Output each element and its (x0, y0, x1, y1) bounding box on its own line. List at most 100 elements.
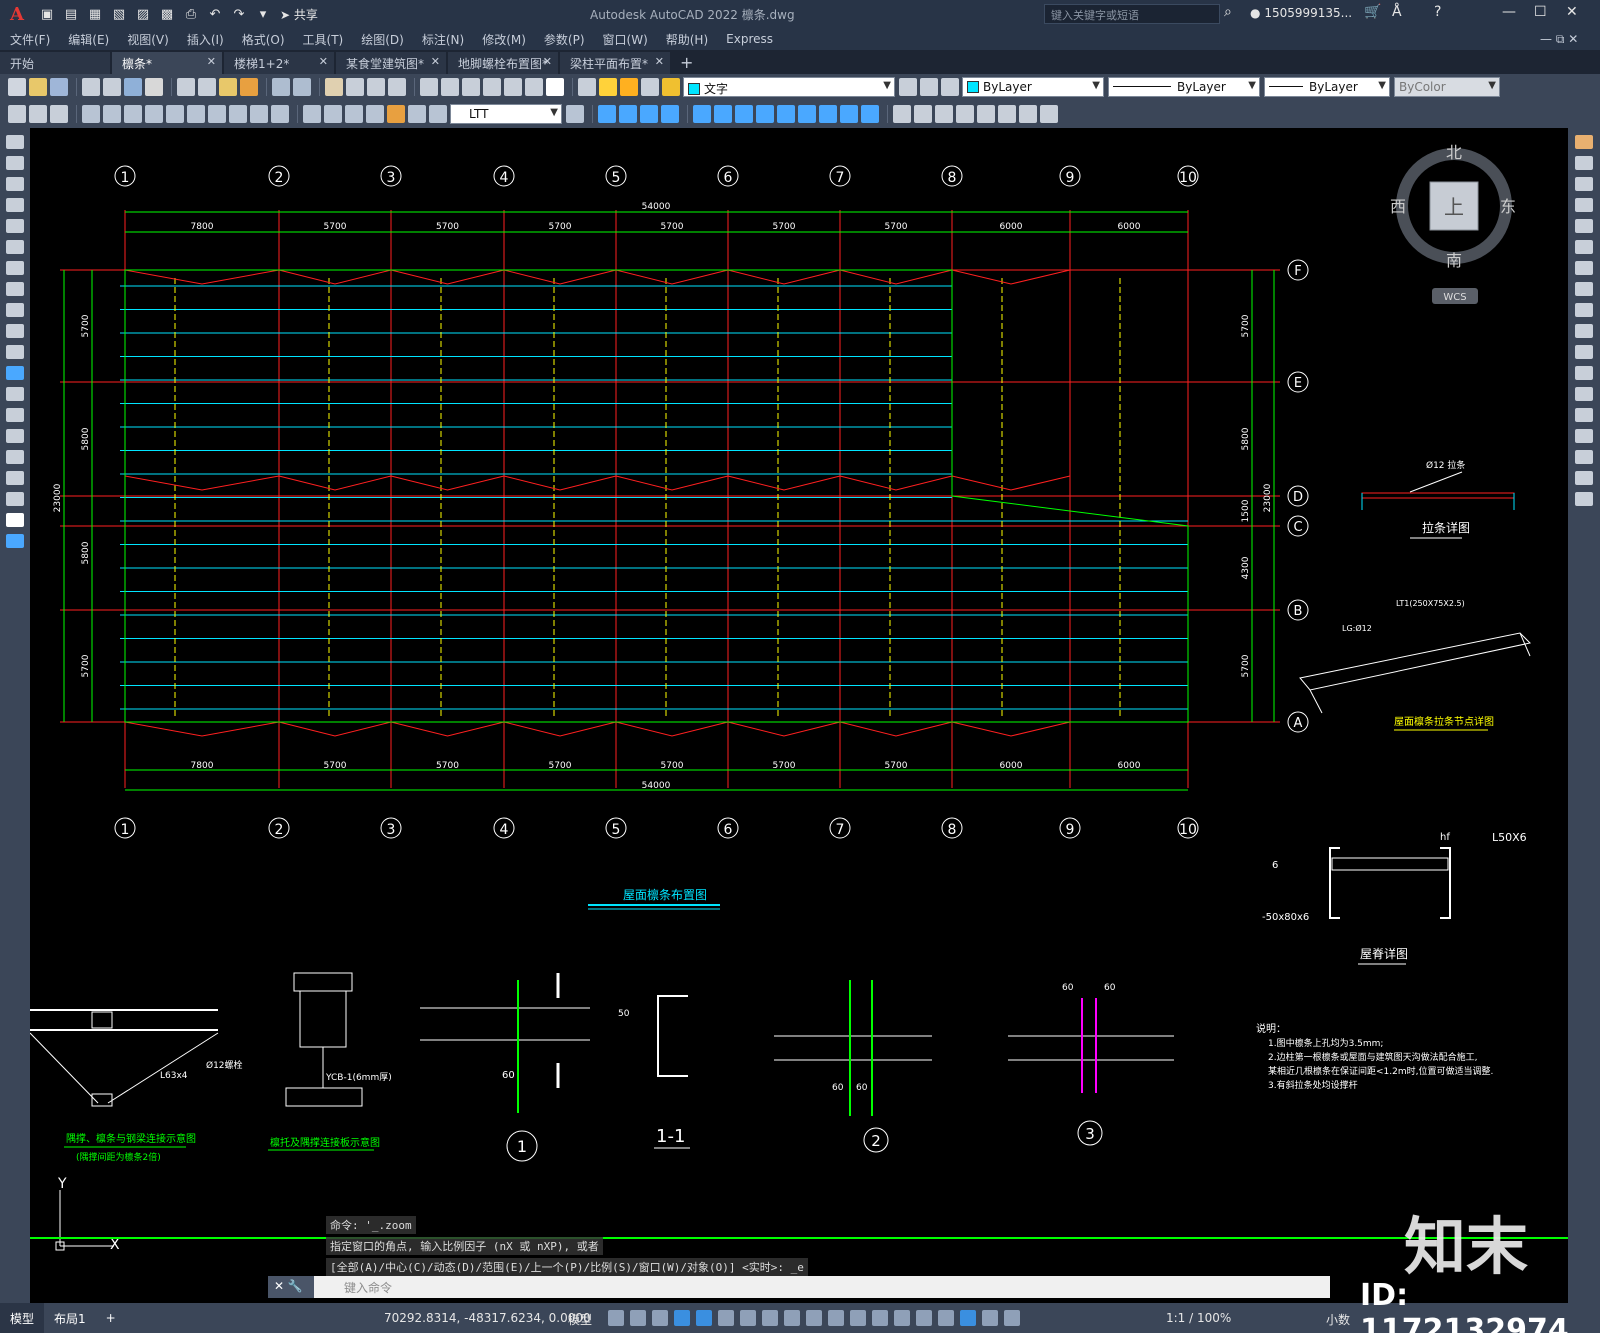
linear-dim-icon[interactable] (8, 105, 26, 123)
autodesk-a-icon[interactable]: Å (1392, 4, 1402, 20)
redo-icon[interactable] (293, 78, 311, 96)
infer-icon[interactable] (652, 1310, 668, 1326)
dim-update-icon[interactable] (429, 105, 447, 123)
bulb-icon[interactable] (599, 78, 617, 96)
help-icon[interactable]: ? (1434, 4, 1441, 20)
stretch-tool-icon[interactable] (1575, 303, 1593, 317)
layer-match-icon[interactable] (941, 78, 959, 96)
customize-icon[interactable]: ▾ (252, 3, 274, 25)
annotation-scale-icon[interactable] (982, 1310, 998, 1326)
explode-tool-icon[interactable] (1575, 492, 1593, 506)
gizmo-icon[interactable] (938, 1310, 954, 1326)
erase-icon[interactable] (1575, 135, 1593, 149)
units-label[interactable]: 小数 (1326, 1311, 1350, 1328)
qnew-icon[interactable] (8, 78, 26, 96)
close-tab-icon[interactable]: ✕ (319, 55, 328, 68)
quick-dim-icon[interactable] (187, 105, 205, 123)
inspect-icon[interactable] (345, 105, 363, 123)
viewcube-south-label[interactable]: 南 (1446, 251, 1462, 270)
doc-window-controls[interactable]: — ⧉ ✕ (1540, 32, 1578, 47)
baseline-icon[interactable] (208, 105, 226, 123)
snap-icon[interactable] (630, 1310, 646, 1326)
gradient-icon[interactable] (6, 450, 24, 464)
break-icon[interactable] (271, 105, 289, 123)
jogged-linear-icon[interactable] (366, 105, 384, 123)
sun-icon[interactable] (620, 78, 638, 96)
polyline-icon[interactable] (6, 177, 24, 191)
command-input[interactable]: 键入命令 (314, 1279, 392, 1296)
undo-icon[interactable] (272, 78, 290, 96)
fillet-icon[interactable] (819, 105, 837, 123)
fillet-tool-icon[interactable] (1575, 450, 1593, 464)
annotation-visibility-icon[interactable] (960, 1310, 976, 1326)
menu-edit[interactable]: 编辑(E) (68, 31, 109, 48)
ellipse-arc-icon[interactable] (6, 345, 24, 359)
construction-line-icon[interactable] (6, 156, 24, 170)
circle-icon[interactable] (6, 261, 24, 275)
table-icon[interactable] (6, 492, 24, 506)
layer-dropdown[interactable]: 文字 ▼ (683, 77, 895, 97)
chamfer-tool-icon[interactable] (1575, 429, 1593, 443)
zoom-previous-icon[interactable] (388, 78, 406, 96)
grid-icon[interactable] (608, 1310, 624, 1326)
mirror-icon[interactable] (693, 105, 711, 123)
close-tab-icon[interactable]: ✕ (431, 55, 440, 68)
box-icon[interactable] (893, 105, 911, 123)
tab-anchor-bolts[interactable]: 地脚螺栓布置图* ✕ (448, 52, 559, 74)
insert-block-icon[interactable] (6, 366, 24, 380)
lineweight-icon[interactable] (806, 1310, 822, 1326)
extend-tool-icon[interactable] (1575, 345, 1593, 359)
color-dropdown[interactable]: ByLayer ▼ (962, 77, 1104, 97)
menu-draw[interactable]: 绘图(D) (361, 31, 404, 48)
layer-previous-icon[interactable] (920, 78, 938, 96)
annotation-auto-scale-icon[interactable] (1004, 1310, 1020, 1326)
user-account[interactable]: ● 1505999135... (1250, 6, 1352, 20)
help-icon[interactable] (546, 78, 564, 96)
ortho-icon[interactable] (696, 1310, 712, 1326)
hatch-icon[interactable] (6, 429, 24, 443)
lock-icon[interactable] (662, 78, 680, 96)
trim-icon[interactable] (777, 105, 795, 123)
viewcube-east-label[interactable]: 东 (1500, 197, 1516, 216)
search-icon[interactable]: ⌕ (1224, 4, 1232, 20)
arc-length-icon[interactable] (50, 105, 68, 123)
cone-icon[interactable] (935, 105, 953, 123)
tab-model[interactable]: 模型 (0, 1303, 45, 1333)
model-space-toggle[interactable]: 模型 (568, 1311, 592, 1328)
cart-icon[interactable]: 🛒 (1364, 4, 1381, 20)
transparency-icon[interactable] (828, 1310, 844, 1326)
menu-file[interactable]: 文件(F) (10, 31, 50, 48)
object-snap-tracking-icon[interactable] (762, 1310, 778, 1326)
drawing-canvas[interactable]: 上 北 南 东 西 WCS 1 1 2 2 3 3 4 4 5 5 6 6 7 7 8 8 9 9 10 10 F E D C… (30, 128, 1568, 1276)
rotate-icon[interactable] (661, 105, 679, 123)
freeze-icon[interactable] (641, 78, 659, 96)
rectangle-icon[interactable] (6, 219, 24, 233)
drawing-svg[interactable]: 上 北 南 东 西 WCS 1 1 2 2 3 3 4 4 5 5 6 6 7 7 8 8 9 9 10 10 F E DC… (30, 128, 1568, 1276)
layer-properties-icon[interactable] (578, 78, 596, 96)
dimtedit-icon[interactable] (408, 105, 426, 123)
scale-tool-icon[interactable] (1575, 282, 1593, 296)
scale-icon[interactable] (714, 105, 732, 123)
jogged-icon[interactable] (124, 105, 142, 123)
mtext-icon[interactable] (6, 513, 24, 527)
save-icon[interactable] (50, 78, 68, 96)
extrude-icon[interactable] (1019, 105, 1037, 123)
aligned-dim-icon[interactable] (29, 105, 47, 123)
minimize-button[interactable]: — (1502, 4, 1516, 20)
rotate-tool-icon[interactable] (1575, 261, 1593, 275)
menu-modify[interactable]: 修改(M) (482, 31, 526, 48)
tab-stairs[interactable]: 楼梯1+2* ✕ (224, 52, 334, 74)
viewcube-west-label[interactable]: 西 (1390, 197, 1406, 216)
add-layout-button[interactable]: + (96, 1303, 126, 1333)
paste-icon[interactable] (219, 78, 237, 96)
menu-help[interactable]: 帮助(H) (666, 31, 708, 48)
close-button[interactable]: ✕ (1566, 4, 1578, 20)
zoom-window-icon[interactable] (367, 78, 385, 96)
selection-cycling-icon[interactable] (850, 1310, 866, 1326)
chamfer-icon[interactable] (840, 105, 858, 123)
save-icon[interactable]: ▦ (84, 3, 106, 25)
tab-start[interactable]: 开始 (0, 52, 110, 74)
open-icon[interactable] (29, 78, 47, 96)
dim-style-dropdown[interactable]: LTT ▼ (450, 104, 562, 124)
publish-icon[interactable] (124, 78, 142, 96)
